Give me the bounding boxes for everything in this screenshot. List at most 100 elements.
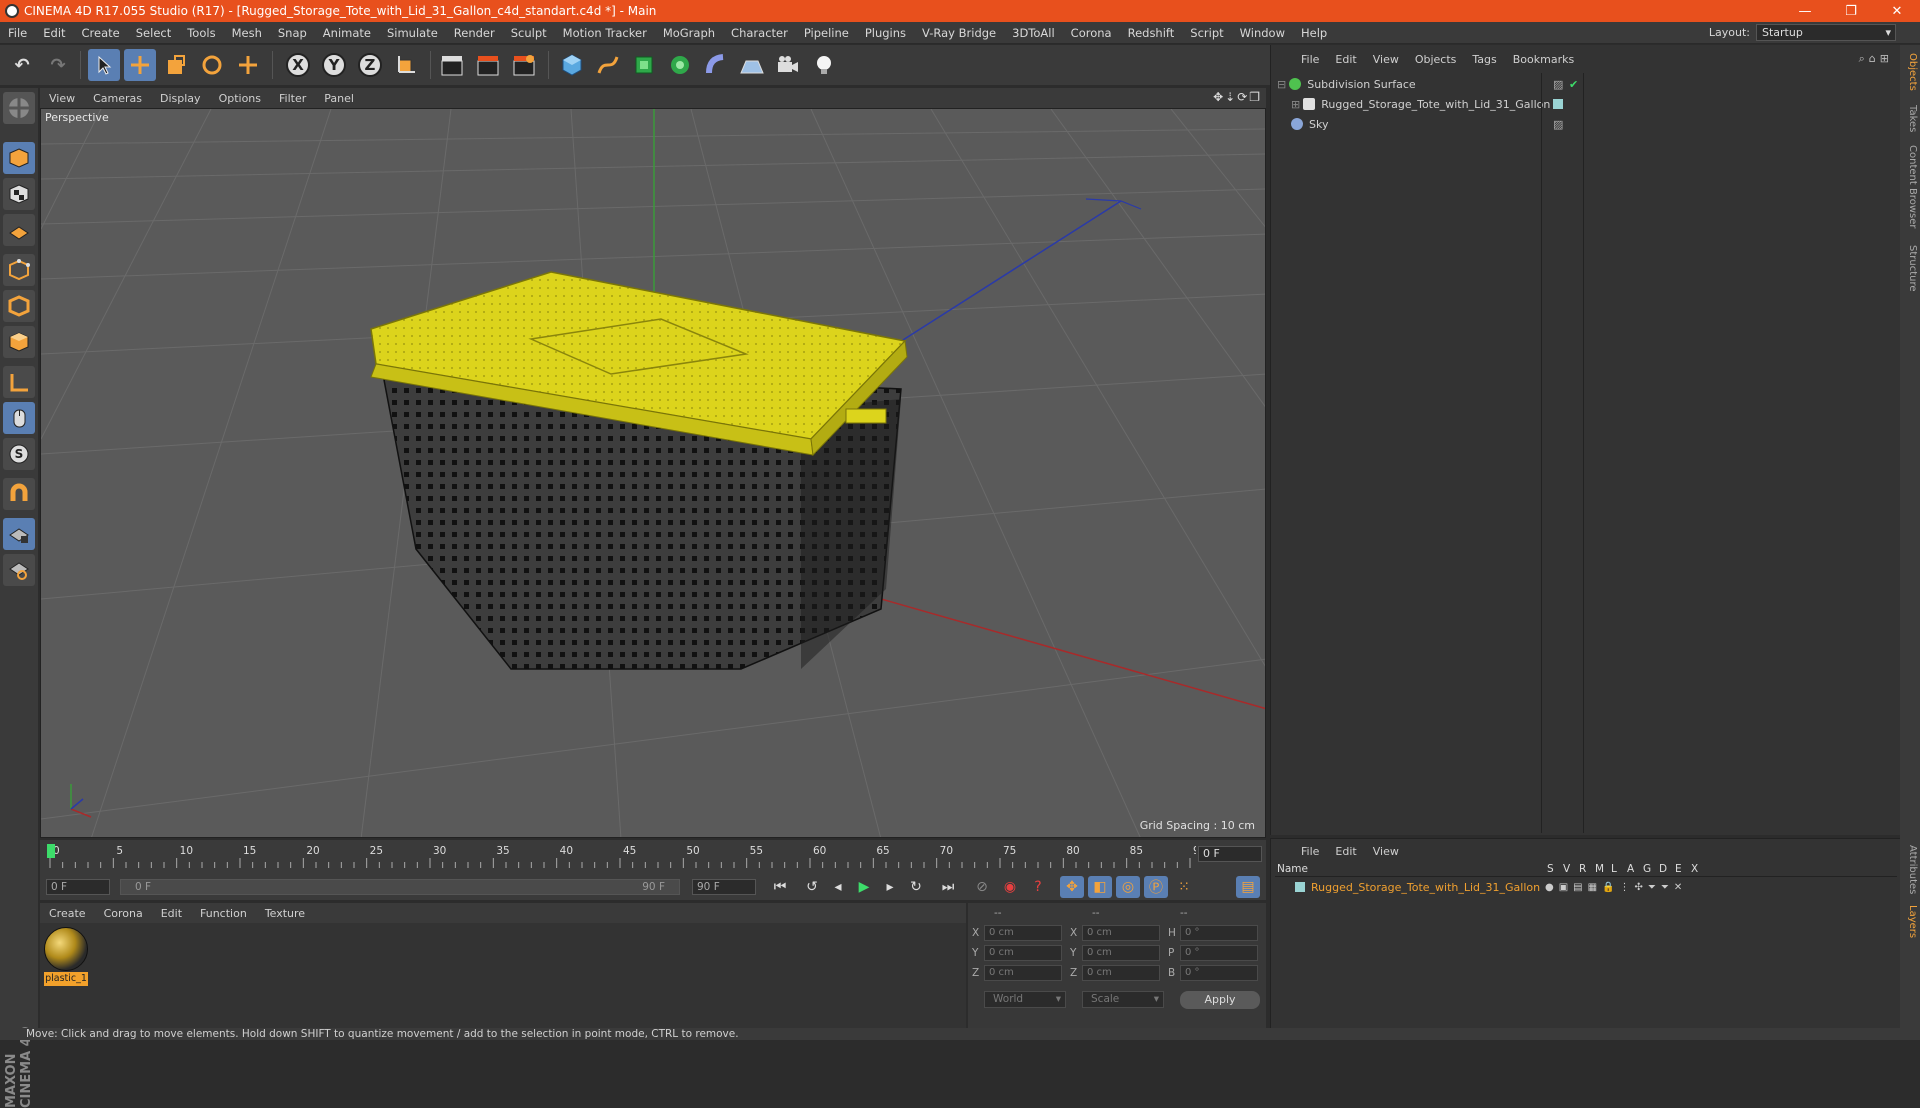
material-menu-texture[interactable]: Texture: [256, 907, 314, 920]
layers-menu-file[interactable]: File: [1293, 845, 1327, 858]
viewport-nav-icons[interactable]: ✥⇣⟳❐: [1213, 90, 1262, 104]
maximize-button[interactable]: ❐: [1828, 0, 1874, 22]
playhead-marker[interactable]: [47, 844, 55, 858]
move-tool-button[interactable]: [124, 49, 156, 81]
size-z-field[interactable]: 0 cm: [1082, 965, 1160, 981]
menu-window[interactable]: Window: [1232, 26, 1293, 40]
key-position-button[interactable]: ✥: [1060, 876, 1084, 898]
tab-structure[interactable]: Structure: [1902, 245, 1918, 292]
frame-range-slider[interactable]: 0 F 90 F: [120, 879, 680, 895]
objects-menu-tags[interactable]: Tags: [1464, 53, 1504, 66]
viewport-perspective[interactable]: Perspective Grid Spacing : 10 cm: [40, 108, 1266, 838]
position-x-field[interactable]: 0 cm: [984, 925, 1062, 941]
end-frame-field[interactable]: 90 F: [692, 879, 756, 895]
render-settings-button[interactable]: [508, 49, 540, 81]
rotate-tool-button[interactable]: [196, 49, 228, 81]
polygons-mode-button[interactable]: [3, 326, 35, 358]
viewport-menu-options[interactable]: Options: [210, 92, 270, 105]
menu-pipeline[interactable]: Pipeline: [796, 26, 857, 40]
menu-help[interactable]: Help: [1293, 26, 1335, 40]
menu-redshift[interactable]: Redshift: [1120, 26, 1183, 40]
enabled-check-icon[interactable]: ✔: [1569, 78, 1578, 91]
viewport-menu-filter[interactable]: Filter: [270, 92, 315, 105]
close-button[interactable]: ✕: [1874, 0, 1920, 22]
object-row-subdivision-surface[interactable]: ⊟ Subdivision Surface ▨ ✔: [1277, 75, 1901, 93]
viewport-menu-display[interactable]: Display: [151, 92, 210, 105]
objects-menu-objects[interactable]: Objects: [1407, 53, 1465, 66]
key-scale-button[interactable]: ◧: [1088, 876, 1112, 898]
viewport-menu-panel[interactable]: Panel: [315, 92, 363, 105]
menu-character[interactable]: Character: [723, 26, 796, 40]
add-camera-button[interactable]: [772, 49, 804, 81]
menu-vray-bridge[interactable]: V-Ray Bridge: [914, 26, 1004, 40]
solo-mode-button[interactable]: S: [3, 438, 35, 470]
layer-color-icon[interactable]: [1295, 882, 1305, 892]
tweak-mode-button[interactable]: [3, 402, 35, 434]
menu-mesh[interactable]: Mesh: [224, 26, 270, 40]
material-menu-corona[interactable]: Corona: [95, 907, 152, 920]
go-to-start-button[interactable]: ⏮: [768, 876, 792, 898]
z-axis-lock-button[interactable]: Z: [354, 49, 386, 81]
axis-mode-button[interactable]: [3, 366, 35, 398]
layers-menu-view[interactable]: View: [1365, 845, 1407, 858]
position-z-field[interactable]: 0 cm: [984, 965, 1062, 981]
objects-menu-view[interactable]: View: [1365, 53, 1407, 66]
layers-menu-edit[interactable]: Edit: [1327, 845, 1364, 858]
material-manager-area[interactable]: plastic_1: [40, 923, 966, 1028]
menu-script[interactable]: Script: [1182, 26, 1231, 40]
size-x-field[interactable]: 0 cm: [1082, 925, 1160, 941]
menu-render[interactable]: Render: [446, 26, 503, 40]
layout-select[interactable]: Startup ▾: [1756, 24, 1896, 41]
edges-mode-button[interactable]: [3, 290, 35, 322]
menu-snap[interactable]: Snap: [270, 26, 315, 40]
model-mode-button[interactable]: [3, 142, 35, 174]
tab-takes[interactable]: Takes: [1902, 105, 1918, 132]
y-axis-lock-button[interactable]: Y: [318, 49, 350, 81]
menu-sculpt[interactable]: Sculpt: [503, 26, 555, 40]
collapse-icon[interactable]: ⊟: [1277, 78, 1286, 91]
edit-render-toggle-icon[interactable]: ▨: [1553, 118, 1563, 131]
menu-edit[interactable]: Edit: [35, 26, 73, 40]
scale-tool-button[interactable]: [160, 49, 192, 81]
size-mode-dropdown[interactable]: Scale ▾: [1082, 991, 1164, 1008]
menu-tools[interactable]: Tools: [179, 26, 223, 40]
key-point-level-button[interactable]: ⁙: [1172, 876, 1196, 898]
storage-tote-model[interactable]: [370, 271, 908, 670]
tab-attributes[interactable]: Attributes: [1902, 845, 1918, 894]
add-deformer-button[interactable]: [700, 49, 732, 81]
add-spline-button[interactable]: [592, 49, 624, 81]
snapping-button[interactable]: [3, 478, 35, 510]
layer-flag-icons[interactable]: ●▣▤▦🔒⋮✣⏷⏷✕: [1545, 882, 1687, 893]
rotation-b-field[interactable]: 0 °: [1180, 965, 1258, 981]
undo-button[interactable]: ↶: [6, 49, 38, 81]
menu-create[interactable]: Create: [74, 26, 128, 40]
previous-frame-button[interactable]: ◂: [826, 876, 850, 898]
select-tool-button[interactable]: [88, 49, 120, 81]
menu-3dtoall[interactable]: 3DToAll: [1004, 26, 1063, 40]
add-cube-button[interactable]: [556, 49, 588, 81]
workplane-mode-button[interactable]: [3, 214, 35, 246]
object-row-sky[interactable]: Sky ▨: [1277, 115, 1901, 133]
tab-content-browser[interactable]: Content Browser: [1902, 145, 1918, 228]
menu-corona[interactable]: Corona: [1063, 26, 1120, 40]
start-frame-field[interactable]: 0 F: [46, 879, 110, 895]
play-button[interactable]: ▶: [852, 876, 876, 898]
record-active-objects-button[interactable]: ⊘: [970, 876, 994, 898]
redo-button[interactable]: ↷: [42, 49, 74, 81]
previous-key-button[interactable]: ↺: [800, 876, 824, 898]
points-mode-button[interactable]: [3, 254, 35, 286]
add-generator-button[interactable]: [628, 49, 660, 81]
viewport-menu-cameras[interactable]: Cameras: [84, 92, 151, 105]
make-editable-button[interactable]: [3, 92, 35, 124]
texture-mode-button[interactable]: [3, 178, 35, 210]
render-view-button[interactable]: [436, 49, 468, 81]
material-menu-function[interactable]: Function: [191, 907, 256, 920]
viewport-menu-view[interactable]: View: [40, 92, 84, 105]
expand-icon[interactable]: ⊞: [1291, 98, 1300, 111]
menu-mograph[interactable]: MoGraph: [655, 26, 723, 40]
menu-animate[interactable]: Animate: [315, 26, 379, 40]
next-key-button[interactable]: ↻: [904, 876, 928, 898]
menu-select[interactable]: Select: [128, 26, 179, 40]
coordinate-system-button[interactable]: [390, 49, 422, 81]
add-floor-button[interactable]: [736, 49, 768, 81]
